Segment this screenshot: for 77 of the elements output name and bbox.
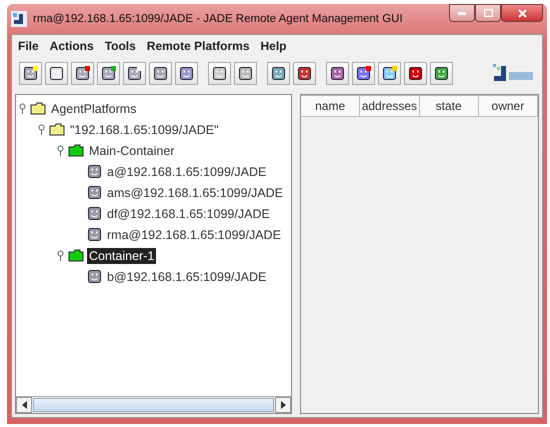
toolbar-button[interactable] <box>45 62 68 84</box>
agent-icon <box>101 66 116 80</box>
tree-item[interactable]: AgentPlatforms <box>49 100 138 116</box>
folder-icon <box>68 144 84 157</box>
expand-handle-icon[interactable] <box>56 250 65 261</box>
toolbar-button[interactable] <box>267 62 290 84</box>
agent-icon <box>87 164 102 179</box>
toolbar-button[interactable] <box>326 62 349 84</box>
tree-item[interactable]: df@192.168.1.65:1099/JADE <box>105 206 272 222</box>
toolbar-button[interactable] <box>149 62 172 84</box>
tree-item[interactable]: "192.168.1.65:1099/JADE" <box>68 122 221 138</box>
menu-item[interactable]: File <box>18 39 39 53</box>
agent-icon <box>87 206 102 221</box>
toolbar-button[interactable] <box>208 62 231 84</box>
close-icon <box>518 8 526 18</box>
expand-handle-icon[interactable] <box>56 145 65 156</box>
agent-icon <box>408 66 423 80</box>
column-header[interactable]: addresses <box>360 95 420 117</box>
logo-icon <box>491 62 535 84</box>
tree-item[interactable]: Main-Container <box>87 142 176 158</box>
agent-icon <box>330 66 345 80</box>
expand-handle-icon[interactable] <box>37 124 46 135</box>
menu-item[interactable]: Actions <box>50 39 94 53</box>
tree-item[interactable]: a@192.168.1.65:1099/JADE <box>105 164 268 180</box>
toolbar-button[interactable] <box>175 62 198 84</box>
agent-icon <box>212 66 227 80</box>
toolbar-button[interactable] <box>378 62 401 84</box>
toolbar-button[interactable] <box>352 62 375 84</box>
window-title: rma@192.168.1.65:1099/JADE - JADE Remote Agent Management GUI <box>33 13 403 25</box>
agent-icon <box>179 66 194 80</box>
tree-item[interactable]: b@192.168.1.65:1099/JADE <box>105 268 268 284</box>
folder-icon <box>68 249 84 262</box>
agent-icon <box>153 66 168 80</box>
toolbar-button[interactable] <box>430 62 453 84</box>
left-arrow-icon <box>22 401 26 409</box>
toolbar-button[interactable] <box>71 62 94 84</box>
minimize-icon <box>458 12 466 14</box>
tree-item[interactable]: rma@192.168.1.65:1099/JADE <box>105 226 283 242</box>
scroll-right-button[interactable] <box>275 397 291 413</box>
folder-icon <box>49 123 65 136</box>
menu-item[interactable]: Help <box>260 39 287 53</box>
agent-icon <box>87 185 102 200</box>
scrollbar-thumb[interactable] <box>33 398 274 412</box>
menu-item[interactable]: Tools <box>104 39 136 53</box>
agent-icon <box>382 66 397 80</box>
column-header[interactable]: state <box>420 95 479 117</box>
column-header[interactable]: owner <box>478 95 538 117</box>
scroll-left-button[interactable] <box>16 397 32 413</box>
maximize-button[interactable] <box>475 4 501 22</box>
tree-item[interactable]: Container-1 <box>87 248 156 264</box>
toolbar-button[interactable] <box>293 62 316 84</box>
agent-icon <box>434 66 449 80</box>
tree-item[interactable]: ams@192.168.1.65:1099/JADE <box>105 184 285 200</box>
toolbar-button[interactable] <box>97 62 120 84</box>
app-icon <box>11 11 27 27</box>
agent-icon <box>356 66 371 80</box>
agent-icon <box>127 66 142 80</box>
column-header[interactable]: name <box>301 95 360 117</box>
toolbar-button[interactable] <box>123 62 146 84</box>
minimize-button[interactable] <box>449 4 475 22</box>
expand-handle-icon[interactable] <box>18 103 27 114</box>
agent-icon <box>271 66 286 80</box>
agent-icon <box>23 66 38 80</box>
toolbar-button[interactable] <box>404 62 427 84</box>
agent-icon <box>87 227 102 242</box>
agent-icon <box>297 66 312 80</box>
agent-icon <box>87 269 102 284</box>
agent-icon <box>49 66 64 80</box>
close-button[interactable] <box>501 4 543 22</box>
folder-icon <box>30 102 46 115</box>
menu-item[interactable]: Remote Platforms <box>146 39 250 53</box>
agent-icon <box>238 66 253 80</box>
toolbar-button[interactable] <box>19 62 42 84</box>
maximize-icon <box>484 9 492 17</box>
right-arrow-icon <box>280 401 286 409</box>
toolbar-button[interactable] <box>234 62 257 84</box>
agent-icon <box>75 66 90 80</box>
